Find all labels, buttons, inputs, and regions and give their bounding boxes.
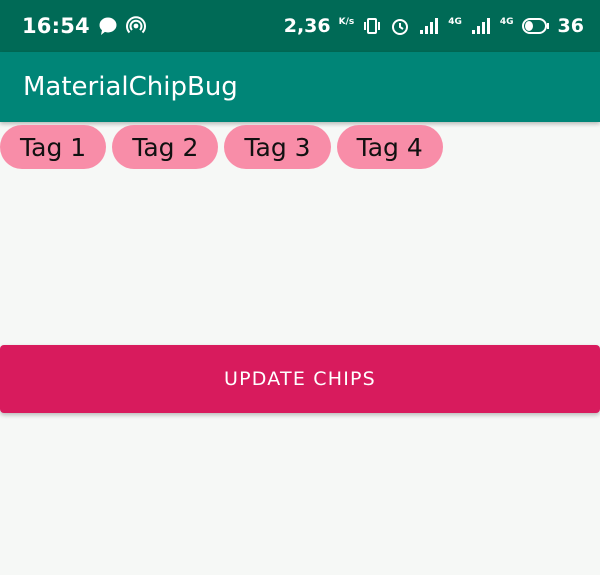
hotspot-icon xyxy=(125,16,146,36)
update-chips-button[interactable]: UPDATE CHIPS xyxy=(0,345,600,413)
network-type-2: 4G xyxy=(499,16,514,27)
status-bar: 16:54 2,36 K/s 4G 4G 36 xyxy=(0,0,600,52)
chip-tag-1[interactable]: Tag 1 xyxy=(0,125,107,169)
app-title: MaterialChipBug xyxy=(23,72,238,102)
status-time: 16:54 xyxy=(22,14,90,38)
signal-icon xyxy=(418,16,440,36)
speed-unit: K/s xyxy=(338,16,355,27)
network-speed: 2,36 xyxy=(283,15,331,37)
status-left: 16:54 xyxy=(22,14,146,38)
status-right: 2,36 K/s 4G 4G 36 xyxy=(284,15,584,37)
chip-tag-3[interactable]: Tag 3 xyxy=(224,125,331,169)
app-bar: MaterialChipBug xyxy=(0,52,600,122)
network-type-1: 4G xyxy=(448,16,462,27)
battery-icon xyxy=(521,18,550,34)
chat-icon xyxy=(98,16,118,36)
vibrate-icon xyxy=(362,16,382,36)
signal-icon xyxy=(470,16,492,36)
chip-tag-2[interactable]: Tag 2 xyxy=(112,125,219,169)
chip-tag-4[interactable]: Tag 4 xyxy=(336,125,443,169)
chip-group: Tag 1 Tag 2 Tag 3 Tag 4 xyxy=(0,125,443,169)
alarm-icon xyxy=(390,16,410,36)
battery-level: 36 xyxy=(557,15,584,37)
